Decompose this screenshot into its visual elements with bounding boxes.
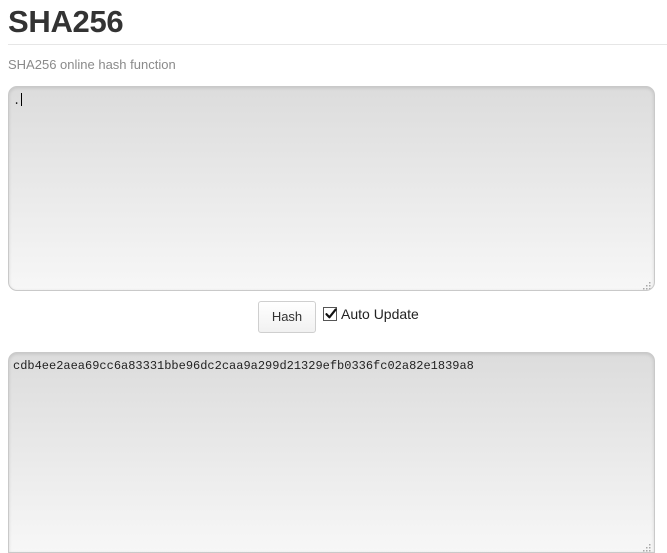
input-textarea[interactable]: . xyxy=(8,86,655,291)
auto-update-toggle[interactable]: Auto Update xyxy=(323,306,419,322)
resize-grip-icon[interactable] xyxy=(641,277,651,290)
page-title: SHA256 xyxy=(8,4,124,39)
input-value: . xyxy=(13,94,21,108)
auto-update-label: Auto Update xyxy=(341,306,419,322)
auto-update-checkbox[interactable] xyxy=(323,307,337,321)
sha256-page: SHA256 SHA256 online hash function . Has… xyxy=(0,0,667,553)
hash-button[interactable]: Hash xyxy=(258,301,316,333)
input-text: . xyxy=(13,93,23,108)
output-textarea[interactable]: cdb4ee2aea69cc6a83331bbe96dc2caa9a299d21… xyxy=(8,352,655,553)
hash-output-text: cdb4ee2aea69cc6a83331bbe96dc2caa9a299d21… xyxy=(13,359,474,373)
text-caret xyxy=(21,93,23,106)
resize-grip-icon[interactable] xyxy=(641,539,651,552)
checkmark-icon xyxy=(325,308,337,319)
page-subtitle: SHA256 online hash function xyxy=(8,57,176,72)
title-divider xyxy=(8,44,667,45)
